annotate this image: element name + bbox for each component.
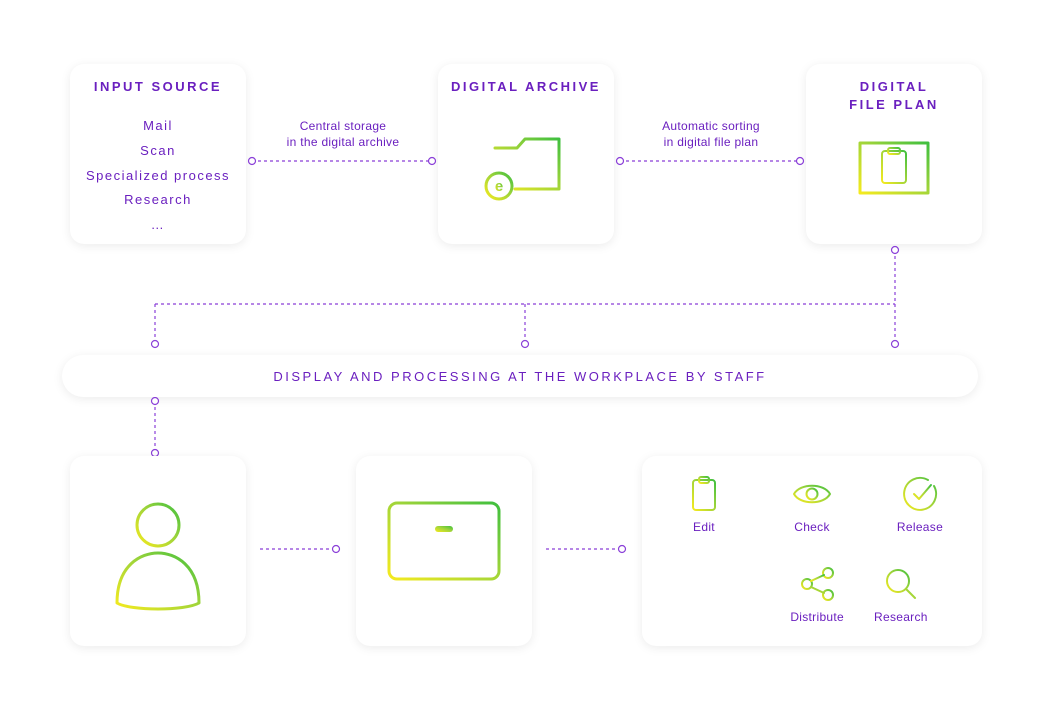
input-source-title: INPUT SOURCE <box>70 78 246 96</box>
action-check-label: Check <box>794 520 830 534</box>
actions-card: Edit Check Release <box>642 456 982 646</box>
zoom-plus-icon <box>881 564 921 604</box>
user-card <box>70 456 246 646</box>
action-research-label: Research <box>874 610 928 624</box>
check-circle-icon <box>900 474 940 514</box>
list-item: Research <box>70 188 246 213</box>
connector-label-2-line2: in digital file plan <box>626 134 796 150</box>
monitor-icon <box>379 491 509 611</box>
list-item: … <box>70 213 246 238</box>
folder-e-icon: e <box>481 128 571 208</box>
connector-label-1: Central storage in the digital archive <box>258 118 428 150</box>
list-item: Specialized process <box>70 164 246 189</box>
user-icon <box>103 491 213 611</box>
digital-file-plan-title-l2: FILE PLAN <box>849 97 939 112</box>
svg-text:e: e <box>495 178 503 195</box>
action-distribute: Distribute <box>790 564 844 624</box>
input-source-list: Mail Scan Specialized process Research … <box>70 114 246 237</box>
laptop-clipboard-icon <box>844 135 944 213</box>
connector-line-1 <box>246 156 438 166</box>
connector-line-2 <box>614 156 806 166</box>
action-edit: Edit <box>684 474 724 534</box>
action-check: Check <box>790 474 834 534</box>
share-icon <box>796 564 838 604</box>
digital-file-plan-title-l1: DIGITAL <box>860 79 929 94</box>
processing-bar-label: DISPLAY AND PROCESSING AT THE WORKPLACE … <box>273 369 766 384</box>
processing-bar: DISPLAY AND PROCESSING AT THE WORKPLACE … <box>62 355 978 397</box>
connector-user-monitor <box>254 544 350 554</box>
bridge-connector <box>60 244 980 356</box>
connector-monitor-actions <box>540 544 636 554</box>
digital-archive-title: DIGITAL ARCHIVE <box>438 78 614 96</box>
list-item: Scan <box>70 139 246 164</box>
digital-archive-card: DIGITAL ARCHIVE e <box>438 64 614 244</box>
digital-file-plan-title: DIGITAL FILE PLAN <box>806 78 982 114</box>
action-release-label: Release <box>897 520 943 534</box>
input-source-card: INPUT SOURCE Mail Scan Specialized proce… <box>70 64 246 244</box>
clipboard-icon <box>684 474 724 514</box>
action-research: Research <box>874 564 928 624</box>
eye-icon <box>790 474 834 514</box>
action-edit-label: Edit <box>693 520 715 534</box>
list-item: Mail <box>70 114 246 139</box>
connector-label-1-line1: Central storage <box>258 118 428 134</box>
digital-file-plan-card: DIGITAL FILE PLAN <box>806 64 982 244</box>
connector-label-1-line2: in the digital archive <box>258 134 428 150</box>
connector-label-2-line1: Automatic sorting <box>626 118 796 134</box>
monitor-card <box>356 456 532 646</box>
action-release: Release <box>897 474 943 534</box>
connector-label-2: Automatic sorting in digital file plan <box>626 118 796 150</box>
action-distribute-label: Distribute <box>790 610 844 624</box>
bar-to-user-connector <box>148 397 162 459</box>
